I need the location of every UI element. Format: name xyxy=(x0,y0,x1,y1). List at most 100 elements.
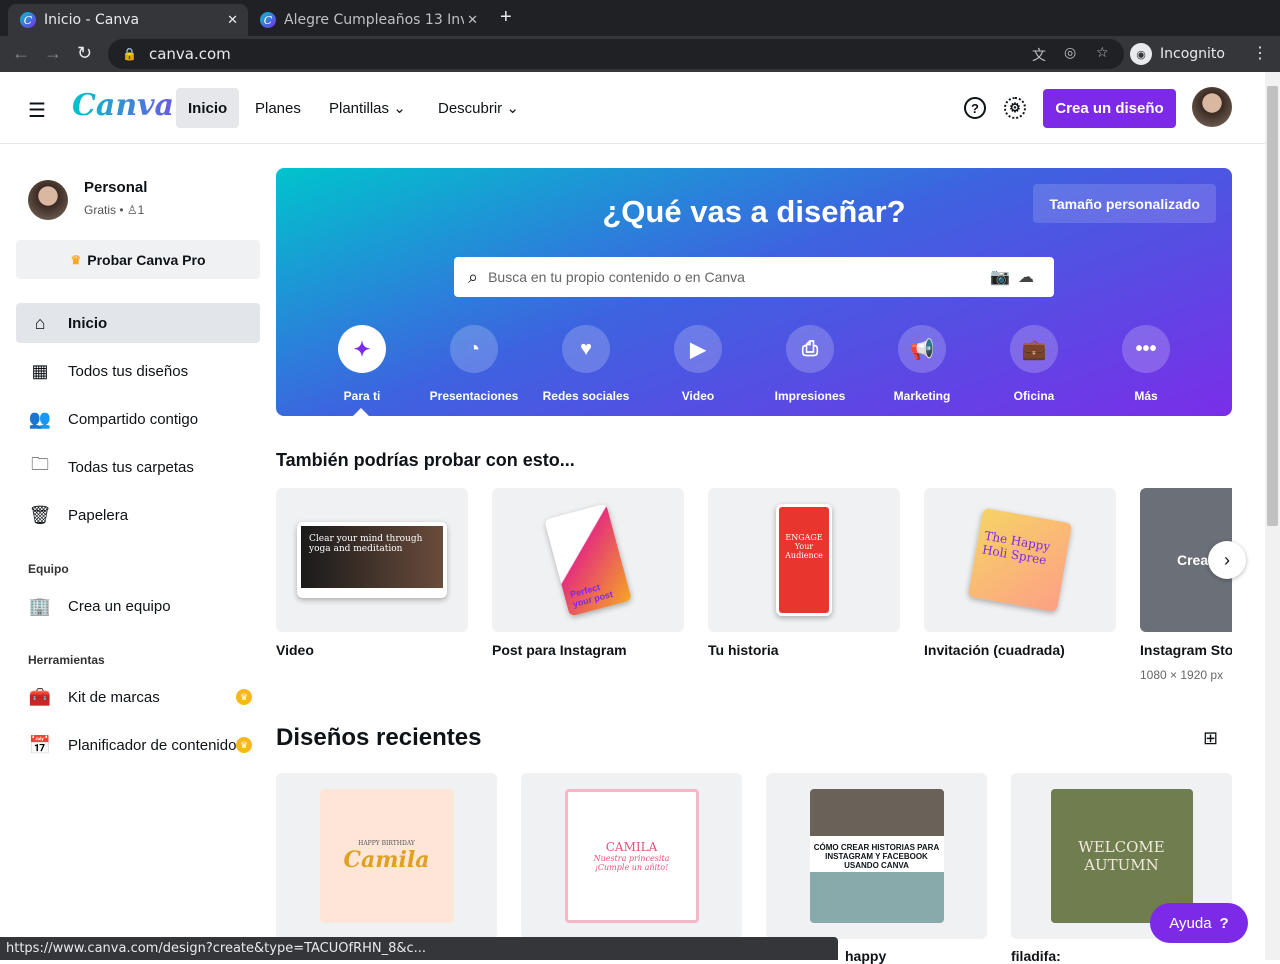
sidebar-item-planner[interactable]: 📅 Planificador de contenido ♛ xyxy=(16,725,260,765)
nav-label: Descubrir xyxy=(438,99,503,117)
video-icon: ▶ xyxy=(674,325,722,373)
sidebar-item-label: Planificador de contenido xyxy=(68,736,237,754)
category-mas[interactable]: ••• Más xyxy=(1090,325,1202,403)
translate-icon[interactable]: 文 xyxy=(1032,45,1046,65)
try-pro-button[interactable]: ♛ Probar Canva Pro xyxy=(16,240,260,279)
camera-icon[interactable]: 📷 xyxy=(990,269,1018,286)
close-tab-icon[interactable]: ✕ xyxy=(227,13,238,28)
category-label: Oficina xyxy=(1013,389,1055,403)
member-count: 1 xyxy=(137,203,145,217)
incognito-indicator[interactable]: ◉ Incognito xyxy=(1130,40,1225,68)
crown-icon: ♛ xyxy=(70,252,82,267)
sidebar-item-inicio[interactable]: ⌂ Inicio xyxy=(16,303,260,343)
sidebar-item-brand-kit[interactable]: 🧰 Kit de marcas ♛ xyxy=(16,677,260,717)
url-text: canva.com xyxy=(148,45,231,63)
crown-badge-icon: ♛ xyxy=(236,689,252,705)
category-marketing[interactable]: 📢 Marketing xyxy=(866,325,978,403)
sidebar-item-folders[interactable]: 🗀 Todas tus carpetas xyxy=(16,447,260,487)
tools-heading: Herramientas xyxy=(28,653,105,667)
thumb-subtext: HAPPY BIRTHDAY xyxy=(358,839,415,847)
new-tab-button[interactable]: + xyxy=(500,6,512,29)
suggestion-card-instagram-post[interactable]: Perfect your post xyxy=(492,488,684,632)
sidebar-item-designs[interactable]: ▦ Todos tus diseños xyxy=(16,351,260,391)
search-placeholder: Busca en tu propio contenido o en Canva xyxy=(488,269,745,285)
eye-off-icon[interactable]: ◎ xyxy=(1064,45,1076,61)
question-icon: ? xyxy=(1219,914,1229,932)
star-icon[interactable]: ☆ xyxy=(1096,45,1109,61)
users-icon: 👥 xyxy=(28,408,52,429)
profile-plan: Gratis • ♙1 xyxy=(84,203,145,217)
nav-plantillas[interactable]: Plantillas ⌄ xyxy=(317,88,418,128)
chevron-down-icon: ⌄ xyxy=(506,100,519,117)
plan-label: Gratis xyxy=(84,203,117,217)
category-presentaciones[interactable]: ◔ Presentaciones xyxy=(418,325,530,403)
browser-tab[interactable]: C Alegre Cumpleaños 13 Invi ✕ xyxy=(248,4,488,36)
profile-avatar[interactable] xyxy=(28,180,68,220)
custom-size-button[interactable]: Tamaño personalizado xyxy=(1033,184,1216,223)
hamburger-icon[interactable]: ☰ xyxy=(28,98,46,123)
browser-tab-active[interactable]: C Inicio - Canva ✕ xyxy=(8,4,248,36)
sidebar-item-label: Todos tus diseños xyxy=(68,362,189,380)
help-icon[interactable]: ? xyxy=(964,97,986,119)
nav-planes[interactable]: Planes xyxy=(243,88,313,128)
suggestion-label[interactable]: Tu historia xyxy=(708,642,779,658)
tab-title: Inicio - Canva xyxy=(44,12,140,28)
create-design-button[interactable]: Crea un diseño xyxy=(1043,89,1176,128)
chevron-right-icon[interactable]: › xyxy=(1208,541,1246,579)
sidebar-item-shared[interactable]: 👥 Compartido contigo xyxy=(16,399,260,439)
briefcase-icon: 💼 xyxy=(1010,325,1058,373)
sidebar-item-trash[interactable]: 🗑 Papelera xyxy=(16,495,260,535)
help-label: Ayuda xyxy=(1169,914,1212,932)
sidebar-item-create-team[interactable]: 🏢 Crea un equipo xyxy=(16,586,260,626)
sidebar-item-label: Crea un equipo xyxy=(68,597,171,615)
suggestion-label[interactable]: Video xyxy=(276,642,314,658)
profile-name[interactable]: Personal xyxy=(84,179,147,196)
forward-icon[interactable]: → xyxy=(44,43,62,64)
scrollbar[interactable] xyxy=(1265,72,1280,960)
category-redes-sociales[interactable]: ♥ Redes sociales xyxy=(530,325,642,403)
recent-design-card[interactable]: CÓMO CREAR HISTORIAS PARA INSTAGRAM Y FA… xyxy=(766,773,987,939)
reload-icon[interactable]: ↻ xyxy=(77,43,92,64)
trash-icon: 🗑 xyxy=(28,504,52,525)
grid-view-icon[interactable]: ⊞ xyxy=(1203,728,1218,749)
category-video[interactable]: ▶ Video xyxy=(642,325,754,403)
canva-logo[interactable]: Canva xyxy=(72,88,174,123)
close-tab-icon[interactable]: ✕ xyxy=(467,13,478,28)
category-para-ti[interactable]: ✦ Para ti xyxy=(306,325,418,403)
thumb-text: Perfect your post xyxy=(544,503,632,617)
canva-header: ☰ Canva Inicio Planes Plantillas ⌄ Descu… xyxy=(0,72,1265,144)
nav-inicio[interactable]: Inicio xyxy=(176,88,240,128)
category-label: Marketing xyxy=(893,389,951,403)
category-impresiones[interactable]: ⎙ Impresiones xyxy=(754,325,866,403)
tab-title: Alegre Cumpleaños 13 Invi xyxy=(284,12,464,28)
sparkle-icon: ✦ xyxy=(338,325,386,373)
recent-design-card[interactable]: CAMILA Nuestra princesita ¡Cumple un añit… xyxy=(521,773,742,939)
search-input[interactable]: ⌕ Busca en tu propio contenido o en Canva… xyxy=(454,257,1054,297)
menu-icon[interactable]: ⋮ xyxy=(1252,43,1268,63)
browser-toolbar: ← → ↻ 🔒 canva.com 文 ◎ ☆ ◉ Incognito ⋮ xyxy=(0,36,1280,72)
suggestion-label[interactable]: Invitación (cuadrada) xyxy=(924,642,1065,658)
nav-descubrir[interactable]: Descubrir ⌄ xyxy=(426,88,531,128)
building-icon: 🏢 xyxy=(28,595,52,616)
upload-cloud-icon[interactable]: ☁ xyxy=(1018,269,1042,286)
help-button[interactable]: Ayuda? xyxy=(1150,903,1248,943)
thumb-text: CÓMO CREAR HISTORIAS PARA INSTAGRAM Y FA… xyxy=(809,789,944,923)
address-bar[interactable]: 🔒 canva.com 文 ◎ ☆ xyxy=(108,39,1124,69)
suggestion-card-video[interactable]: Clear your mind through yoga and meditat… xyxy=(276,488,468,632)
recent-design-title[interactable]: filadifa: xyxy=(1011,948,1061,964)
suggestions-heading: También podrías probar con esto... xyxy=(276,450,575,470)
suggestion-label[interactable]: Instagram Sto xyxy=(1140,642,1232,658)
thumb-text: Clear your mind through yoga and meditat… xyxy=(301,526,443,588)
grid-icon: ▦ xyxy=(31,360,49,381)
avatar[interactable] xyxy=(1192,87,1232,127)
scrollbar-thumb[interactable] xyxy=(1267,86,1278,526)
back-icon[interactable]: ← xyxy=(12,43,30,64)
suggestion-card-invitation[interactable]: The Happy Holi Spree xyxy=(924,488,1116,632)
gear-icon[interactable]: ⚙ xyxy=(1004,97,1026,119)
recent-design-title[interactable]: happy xyxy=(845,948,886,964)
suggestion-card-story[interactable]: ENGAGE Your Audience xyxy=(708,488,900,632)
category-oficina[interactable]: 💼 Oficina xyxy=(978,325,1090,403)
thumb-text: The Happy Holi Spree xyxy=(967,507,1073,613)
suggestion-label[interactable]: Post para Instagram xyxy=(492,642,627,658)
recent-design-card[interactable]: HAPPY BIRTHDAY Camila xyxy=(276,773,497,939)
